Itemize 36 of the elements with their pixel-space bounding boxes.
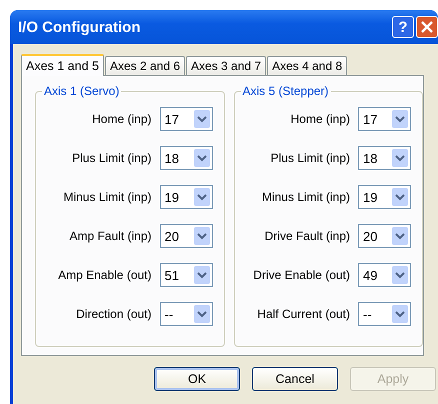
dropdown[interactable]: 51 (160, 263, 212, 287)
help-button[interactable]: ? (392, 16, 414, 38)
dialog-button[interactable]: Cancel (252, 367, 338, 391)
field-label: Amp Fault (inp) (69, 229, 152, 243)
group-title: Axis 5 (Stepper) (240, 84, 331, 98)
field-label: Direction (out) (76, 307, 152, 321)
dropdown[interactable]: 18 (160, 146, 212, 170)
dropdown[interactable]: 19 (160, 185, 212, 209)
close-icon (421, 21, 433, 33)
dropdown[interactable]: 19 (358, 185, 411, 209)
field-label: Minus Limit (inp) (63, 190, 152, 204)
dropdown[interactable]: 17 (358, 107, 411, 131)
dropdown[interactable]: 49 (358, 263, 411, 287)
tab[interactable]: Axes 3 and 7 (186, 56, 266, 75)
tab[interactable]: Axes 4 and 8 (267, 56, 348, 75)
field-label: Home (inp) (92, 112, 152, 126)
field-label: Half Current (out) (257, 307, 350, 321)
dropdown[interactable]: -- (358, 302, 411, 326)
dropdown[interactable]: -- (160, 302, 212, 326)
field-label: Plus Limit (inp) (72, 151, 152, 165)
field-label: Drive Enable (out) (253, 268, 350, 282)
dropdown[interactable]: 18 (358, 146, 411, 170)
field-label: Plus Limit (inp) (270, 151, 350, 165)
tab[interactable]: Axes 2 and 6 (104, 56, 186, 75)
field-label: Home (inp) (290, 112, 350, 126)
field-label: Amp Enable (out) (58, 268, 152, 282)
dropdown[interactable]: 20 (160, 224, 212, 248)
tab[interactable]: Axes 1 and 5 (21, 54, 104, 76)
close-button[interactable] (416, 16, 438, 38)
group-title: Axis 1 (Servo) (42, 84, 122, 98)
dropdown[interactable]: 17 (160, 107, 212, 131)
field-label: Minus Limit (inp) (262, 190, 350, 204)
field-label: Drive Fault (inp) (264, 229, 350, 243)
dialog-button[interactable]: OK (154, 367, 240, 391)
window-title: I/O Configuration (18, 18, 142, 36)
dropdown[interactable]: 20 (358, 224, 411, 248)
